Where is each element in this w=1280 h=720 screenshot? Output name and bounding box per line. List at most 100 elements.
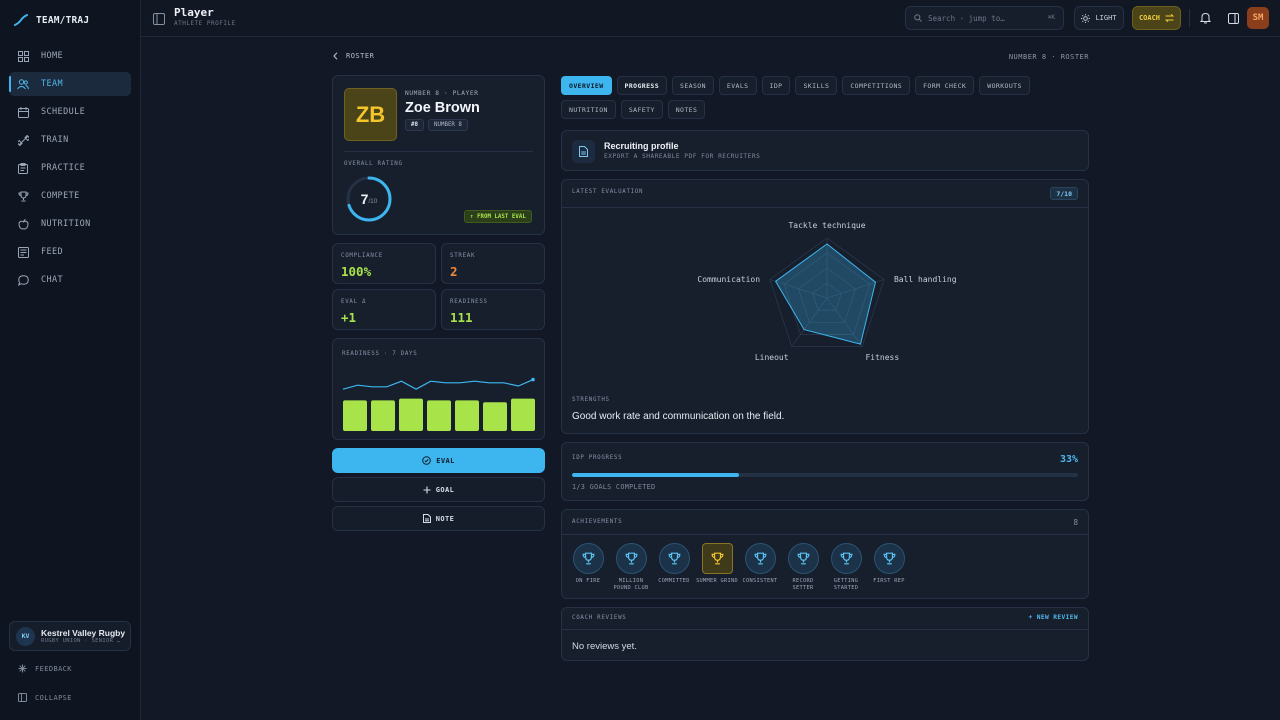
search-input[interactable]: Search · jump to… ⌘K — [905, 6, 1064, 30]
document-icon — [422, 514, 431, 523]
strengths-label: STRENGTHS — [572, 397, 610, 403]
idp-progress-fill — [572, 473, 739, 477]
achievements-card: ACHIEVEMENTS 8 ON FIRE MILLION POUND CLUB… — [561, 509, 1089, 599]
sidebar-item-nutrition[interactable]: NUTRITION — [9, 212, 131, 236]
notifications-button[interactable] — [1194, 7, 1216, 29]
tab-overview[interactable]: OVERVIEW — [561, 76, 612, 95]
achievement-badge[interactable]: GETTING STARTED — [830, 543, 862, 591]
brand[interactable]: TEAM/TRAJ — [14, 12, 89, 28]
tab-skills[interactable]: SKILLS — [795, 76, 838, 95]
stat-value: +1 — [341, 310, 357, 325]
tab-season[interactable]: SEASON — [672, 76, 714, 95]
player-name: Zoe Brown — [405, 100, 480, 116]
theme-toggle-button[interactable]: LIGHT — [1074, 6, 1124, 30]
tab-workouts[interactable]: WORKOUTS — [979, 76, 1030, 95]
tab-progress[interactable]: PROGRESS — [616, 76, 668, 95]
sidebar-item-compete[interactable]: COMPETE — [9, 184, 131, 208]
trophy-icon — [873, 543, 905, 574]
new-review-button[interactable]: + NEW REVIEW — [1028, 614, 1078, 621]
readiness-bar — [483, 402, 507, 431]
achievements-label: ACHIEVEMENTS — [572, 519, 623, 525]
achievement-badge[interactable]: COMMITTED — [658, 543, 690, 591]
achievement-badge[interactable]: SUMMER GRIND — [696, 543, 738, 591]
readiness-card: READINESS · 7 DAYS — [332, 338, 545, 440]
tab-idp[interactable]: IDP — [761, 76, 791, 95]
sidebar: TEAM/TRAJ HOME TEAM SCHEDULE TRAIN PRACT… — [0, 0, 141, 720]
page-subtitle: ATHLETE PROFILE — [174, 20, 236, 27]
achievement-badges: ON FIRE MILLION POUND CLUB COMMITTED SUMMER… — [572, 543, 905, 591]
add-goal-button[interactable]: GOAL — [332, 477, 545, 502]
tab-safety[interactable]: SAFETY — [620, 100, 663, 119]
divider — [562, 534, 1088, 535]
sidebar-item-home[interactable]: HOME — [9, 44, 131, 68]
readiness-chart — [342, 377, 535, 431]
readiness-bar — [371, 400, 395, 431]
sidebar-item-practice[interactable]: PRACTICE — [9, 156, 131, 180]
readiness-label: READINESS · 7 DAYS — [342, 351, 418, 357]
swap-icon — [1165, 14, 1175, 22]
player-avatar: ZB — [344, 88, 397, 141]
eval-button[interactable]: EVAL — [332, 448, 545, 473]
achievement-label: RECORD SETTER — [792, 578, 814, 591]
right-panel-toggle[interactable] — [1222, 7, 1244, 29]
recruiting-profile-card[interactable]: Recruiting profile EXPORT A SHAREABLE PD… — [561, 130, 1089, 171]
achievement-badge[interactable]: FIRST REP — [873, 543, 905, 591]
collapse-button[interactable]: COLLAPSE — [18, 693, 72, 702]
toggle-sidebar-button[interactable] — [153, 12, 165, 25]
sidebar-item-label: NUTRITION — [41, 219, 91, 229]
divider — [562, 207, 1088, 208]
org-switcher[interactable]: KV Kestrel Valley Rugby RUGBY UNION · SE… — [9, 621, 131, 651]
tab-form-check[interactable]: FORM CHECK — [915, 76, 975, 95]
user-avatar[interactable]: SM — [1247, 7, 1269, 29]
tab-notes[interactable]: NOTES — [667, 100, 706, 119]
feedback-label: FEEDBACK — [35, 664, 72, 673]
sidebar-item-team[interactable]: TEAM — [9, 72, 131, 96]
clipboard-icon — [17, 162, 29, 174]
radar-axis-label: Communication — [697, 275, 760, 284]
sidebar-item-schedule[interactable]: SCHEDULE — [9, 100, 131, 124]
radar-axis-label: Ball handling — [894, 275, 957, 284]
add-note-button[interactable]: NOTE — [332, 506, 545, 531]
player-card: ZB NUMBER 8 · PLAYER Zoe Brown #8 NUMBER… — [332, 75, 545, 235]
achievement-badge[interactable]: ON FIRE — [572, 543, 604, 591]
sidebar-item-train[interactable]: TRAIN — [9, 128, 131, 152]
eval-label: EVAL — [436, 456, 455, 465]
toolbar-divider — [1189, 9, 1190, 27]
tab-evals[interactable]: EVALS — [718, 76, 757, 95]
player-kicker: NUMBER 8 · PLAYER — [405, 90, 479, 97]
plus-icon — [423, 486, 431, 493]
idp-progress-card: IDP PROGRESS 33% 1/3 GOALS COMPLETED — [561, 442, 1089, 501]
sidebar-item-chat[interactable]: CHAT — [9, 268, 131, 292]
search-icon — [914, 14, 922, 22]
achievement-badge[interactable]: RECORD SETTER — [787, 543, 819, 591]
profile-tabs: OVERVIEW PROGRESS SEASON EVALS IDP SKILL… — [561, 76, 1061, 119]
stat-streak: STREAK 2 — [441, 243, 545, 284]
sidebar-item-feed[interactable]: FEED — [9, 240, 131, 264]
reviews-label: COACH REVIEWS — [572, 615, 627, 621]
achievement-label: SUMMER GRIND — [696, 578, 738, 584]
feedback-link[interactable]: FEEDBACK — [18, 664, 72, 673]
achievement-badge[interactable]: CONSISTENT — [743, 543, 777, 591]
evaluation-score-badge: 7/10 — [1050, 187, 1078, 200]
readiness-bar — [399, 398, 423, 431]
trophy-icon — [658, 543, 690, 574]
topbar: Player ATHLETE PROFILE Search · jump to…… — [141, 0, 1280, 37]
sidebar-nav: HOME TEAM SCHEDULE TRAIN PRACTICE COMPET… — [9, 44, 131, 296]
radar-axis-label: Lineout — [755, 353, 789, 362]
tab-competitions[interactable]: COMPETITIONS — [842, 76, 911, 95]
sparkle-icon — [18, 664, 27, 673]
search-shortcut: ⌘K — [1047, 14, 1055, 21]
sun-icon — [1081, 13, 1091, 23]
tab-nutrition[interactable]: NUTRITION — [561, 100, 616, 119]
back-to-roster-link[interactable]: ROSTER — [333, 52, 374, 60]
achievement-label: FIRST REP — [873, 578, 905, 584]
divider — [562, 629, 1088, 630]
sidebar-item-label: HOME — [41, 51, 64, 61]
achievement-badge[interactable]: MILLION POUND CLUB — [614, 543, 648, 591]
sidebar-item-label: FEED — [41, 247, 64, 257]
role-switch-button[interactable]: COACH — [1132, 6, 1181, 30]
idp-percent: 33% — [1059, 454, 1078, 465]
org-subtitle: RUGBY UNION · SENIOR … — [41, 638, 121, 644]
idp-label: IDP PROGRESS — [572, 455, 623, 461]
brand-name: TEAM/TRAJ — [36, 14, 90, 26]
